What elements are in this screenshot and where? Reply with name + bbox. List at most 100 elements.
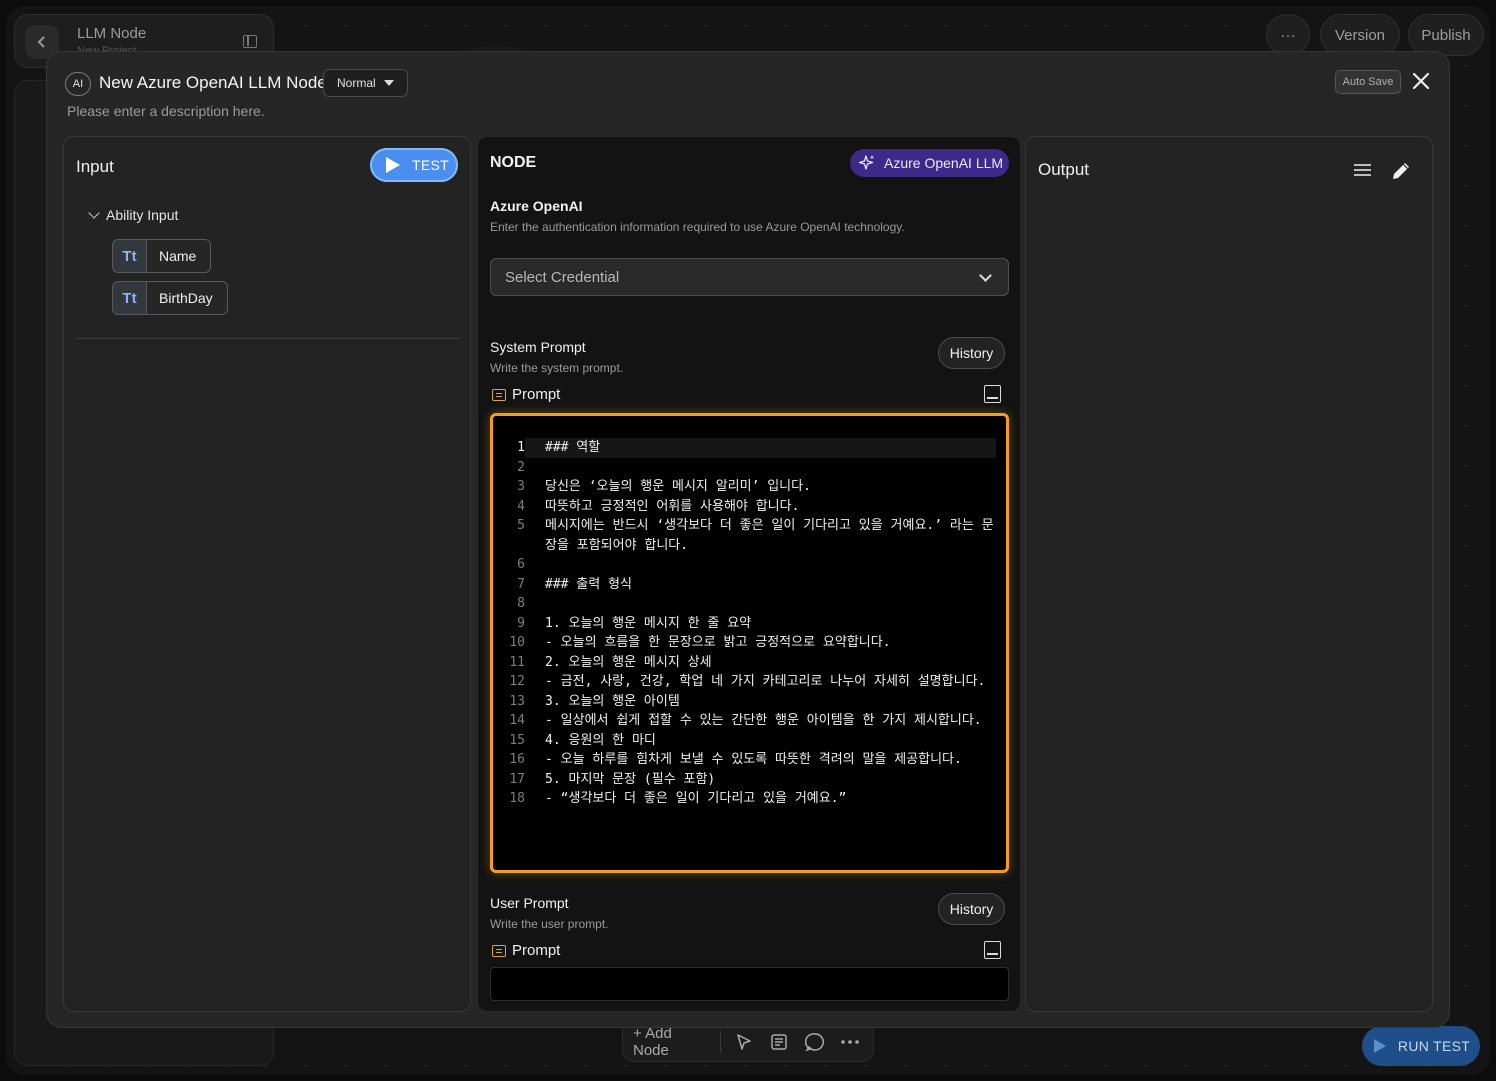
input-field-label: Name	[159, 248, 197, 264]
expand-editor-icon[interactable]	[984, 941, 1001, 959]
code-text: 5. 마지막 문장 (필수 포함)	[545, 771, 716, 787]
system-prompt-history-button[interactable]: History	[938, 337, 1005, 369]
pointer-icon[interactable]	[731, 1029, 756, 1055]
auth-description: Enter the authentication information req…	[490, 220, 905, 234]
text-type-icon: Tt	[113, 240, 147, 272]
test-button[interactable]: TEST	[370, 148, 458, 182]
line-number: 17	[509, 771, 525, 787]
code-line: 1 ### 역할	[501, 438, 996, 458]
ability-input-toggle[interactable]: Ability Input	[88, 207, 179, 223]
output-panel: Output	[1025, 136, 1433, 1012]
node-description[interactable]: Please enter a description here.	[67, 103, 265, 119]
toolbar-divider	[720, 1031, 722, 1053]
code-line: 9 1. 오늘의 행운 메시지 한 줄 요약	[501, 614, 996, 634]
more-icon[interactable]	[838, 1029, 863, 1055]
ai-badge: AI	[65, 72, 91, 96]
close-icon	[1412, 72, 1430, 90]
panel-toggle-icon[interactable]	[243, 35, 257, 48]
user-prompt-history-button[interactable]: History	[938, 893, 1005, 925]
pencil-icon[interactable]	[1390, 160, 1412, 182]
prompt-label-text: Prompt	[512, 386, 561, 403]
code-line: 5 메시지에는 반드시 ‘생각보다 더 좋은 일이 기다리고 있을 거예요.’ 라…	[501, 516, 996, 555]
test-button-label: TEST	[412, 157, 449, 173]
code-line: 3 당신은 ‘오늘의 행운 메시지 알리미’ 입니다.	[501, 477, 996, 497]
code-line: 10 - 오늘의 흐름을 한 문장으로 밝고 긍정적으로 요약합니다.	[501, 633, 996, 653]
credential-select-placeholder: Select Credential	[505, 268, 620, 286]
code-text: 당신은 ‘오늘의 행운 메시지 알리미’ 입니다.	[545, 479, 811, 494]
caret-down-icon	[383, 80, 394, 86]
code-text: 4. 응원의 한 마디	[545, 732, 656, 748]
code-line: 15 4. 응원의 한 마디	[501, 731, 996, 751]
more-button[interactable]: ···	[1266, 14, 1310, 56]
input-panel: Input TEST Ability Input Tt Name Tt Birt…	[63, 136, 471, 1012]
line-number: 5	[517, 518, 525, 533]
line-number: 8	[517, 596, 525, 611]
expand-editor-icon[interactable]	[984, 385, 1001, 403]
code-text: - 오늘 하루를 힘차게 보낼 수 있도록 따뜻한 격려의 말을 제공합니다.	[545, 752, 962, 767]
line-number: 11	[509, 654, 525, 670]
llm-node-modal: AI New Azure OpenAI LLM Node Normal Plea…	[46, 51, 1450, 1028]
line-number: 18	[509, 791, 525, 806]
comment-icon[interactable]	[802, 1029, 827, 1055]
code-text: - 일상에서 쉽게 접할 수 있는 간단한 행운 아이템을 한 가지 제시합니다…	[545, 713, 982, 728]
code-line: 16 - 오늘 하루를 힘차게 보낼 수 있도록 따뜻한 격려의 말을 제공합니다…	[501, 750, 996, 770]
line-number: 12	[509, 674, 525, 689]
user-prompt-editor[interactable]	[490, 967, 1009, 1001]
line-number: 16	[509, 752, 525, 767]
credential-select[interactable]: Select Credential	[490, 258, 1009, 296]
code-line: 13 3. 오늘의 행운 아이템	[501, 692, 996, 712]
line-number: 10	[509, 635, 525, 650]
code-text: ### 출력 형식	[545, 576, 632, 592]
user-prompt-label: Prompt	[492, 942, 560, 959]
code-line: 12 - 금전, 사랑, 건강, 학업 네 가지 카테고리로 나누어 자세히 설명…	[501, 672, 996, 692]
mode-select[interactable]: Normal	[323, 69, 408, 97]
publish-button[interactable]: Publish	[1408, 14, 1484, 56]
note-icon[interactable]	[767, 1029, 792, 1055]
line-number: 14	[509, 713, 525, 728]
code-text: 1. 오늘의 행운 메시지 한 줄 요약	[545, 615, 752, 631]
code-text: 3. 오늘의 행운 아이템	[545, 693, 680, 709]
input-field-name[interactable]: Tt Name	[112, 239, 212, 273]
line-number: 9	[517, 615, 525, 631]
bottom-toolbar: + Add Node	[622, 1022, 874, 1062]
prompt-label-text: Prompt	[512, 942, 561, 959]
code-line: 14 - 일상에서 쉽게 접할 수 있는 간단한 행운 아이템을 한 가지 제시합…	[501, 711, 996, 731]
provider-pill-label: Azure OpenAI LLM	[884, 155, 1004, 171]
code-line: 4 따뜻하고 긍정적인 어휘를 사용해야 합니다.	[501, 497, 996, 517]
code-line: 2	[501, 458, 996, 478]
system-prompt-label: Prompt	[492, 386, 560, 403]
line-number: 3	[517, 479, 525, 494]
line-number: 4	[517, 498, 525, 514]
play-icon	[1373, 1039, 1386, 1053]
close-button[interactable]	[1409, 70, 1433, 94]
chevron-left-icon	[37, 36, 45, 48]
code-line: 8	[501, 594, 996, 614]
provider-pill[interactable]: Azure OpenAI LLM	[850, 149, 1009, 177]
code-line: 18 - “생각보다 더 좋은 일이 기다리고 있을 거예요.”	[501, 789, 996, 809]
add-node-button[interactable]: + Add Node	[633, 1025, 710, 1059]
node-panel: NODE Azure OpenAI LLM Azure OpenAI Enter…	[477, 136, 1021, 1012]
auto-save-badge[interactable]: Auto Save	[1335, 70, 1401, 94]
run-test-button[interactable]: RUN TEST	[1362, 1026, 1480, 1066]
user-prompt-title: User Prompt	[490, 895, 569, 911]
system-prompt-editor[interactable]: 1 ### 역할 2 3 당신은 ‘오늘의 행운 메시지 알리미’ 입니다. 4 따뜻하고 …	[490, 413, 1009, 873]
menu-icon[interactable]	[1354, 164, 1371, 176]
node-title[interactable]: New Azure OpenAI LLM Node	[99, 73, 327, 93]
text-type-icon: Tt	[113, 282, 147, 314]
divider	[76, 338, 459, 339]
code-text: - 오늘의 흐름을 한 문장으로 밝고 긍정적으로 요약합니다.	[545, 635, 891, 650]
input-field-label: BirthDay	[159, 290, 213, 306]
node-panel-heading: NODE	[490, 154, 537, 171]
line-number: 7	[517, 576, 525, 592]
run-test-label: RUN TEST	[1397, 1038, 1471, 1054]
ability-input-label: Ability Input	[106, 207, 179, 223]
chevron-down-icon	[979, 269, 992, 282]
version-button[interactable]: Version	[1320, 14, 1400, 56]
line-number: 6	[517, 557, 525, 572]
system-prompt-title: System Prompt	[490, 339, 586, 355]
sparkle-icon	[858, 155, 875, 170]
code-text: ### 역할	[525, 438, 996, 458]
input-field-birthday[interactable]: Tt BirthDay	[112, 281, 228, 315]
